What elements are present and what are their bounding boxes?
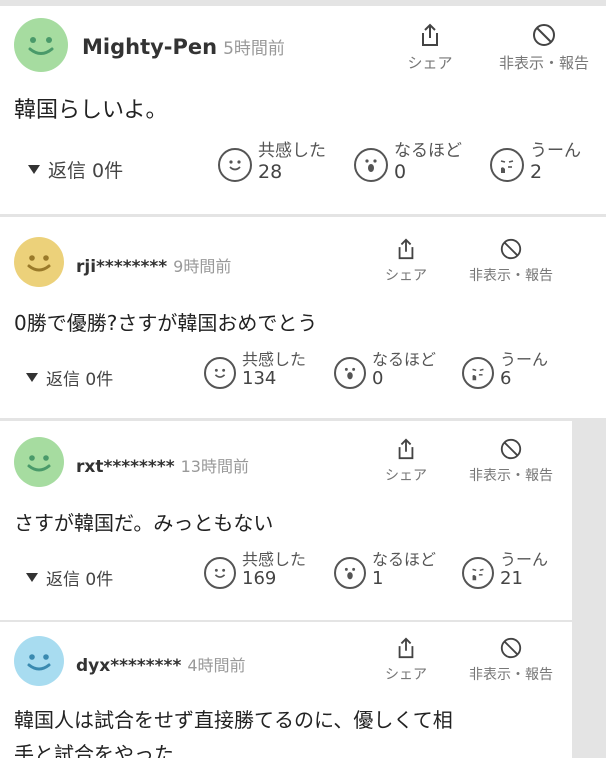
username[interactable]: rxt******** 13時間前 bbox=[76, 453, 249, 477]
replies-count: 返信 0件 bbox=[46, 570, 114, 590]
username-text: rji******** bbox=[76, 257, 168, 277]
replies-count: 返信 0件 bbox=[48, 160, 124, 182]
post-time: 9時間前 bbox=[173, 257, 232, 276]
share-icon bbox=[398, 637, 414, 659]
avatar[interactable] bbox=[14, 636, 64, 686]
reaction-label: 共感した bbox=[242, 350, 307, 369]
username-text: rxt******** bbox=[76, 457, 175, 477]
hide-report-label: 非表示・報告 bbox=[469, 468, 553, 484]
hide-report-button[interactable]: 非表示・報告 bbox=[456, 636, 566, 684]
reaction-insightful[interactable]: なるほど 0 bbox=[354, 141, 462, 183]
hide-report-label: 非表示・報告 bbox=[498, 54, 589, 72]
comment-list: Mighty-Pen 5時間前 シェア 非表示・報告 韓国らしいよ。 返信 0件 … bbox=[0, 0, 606, 758]
reaction-count: 134 bbox=[242, 368, 277, 390]
avatar[interactable] bbox=[14, 18, 68, 72]
share-button[interactable]: シェア bbox=[378, 437, 434, 485]
reaction-insightful[interactable]: なるほど 0 bbox=[334, 350, 437, 390]
share-label: シェア bbox=[385, 667, 427, 683]
comment-text-line2: 手と試合をやった bbox=[14, 742, 174, 758]
avatar[interactable] bbox=[14, 437, 64, 487]
username[interactable]: Mighty-Pen 5時間前 bbox=[82, 34, 285, 59]
post-time: 4時間前 bbox=[187, 656, 246, 675]
username[interactable]: rji******** 9時間前 bbox=[76, 253, 231, 277]
hide-report-button[interactable]: 非表示・報告 bbox=[484, 22, 604, 73]
reaction-count: 0 bbox=[372, 368, 384, 390]
thinking-face-icon bbox=[462, 557, 494, 589]
hide-report-label: 非表示・報告 bbox=[469, 268, 553, 284]
share-button[interactable]: シェア bbox=[378, 237, 434, 285]
block-icon bbox=[500, 637, 522, 659]
reaction-label: 共感した bbox=[242, 550, 307, 569]
reaction-label: なるほど bbox=[372, 350, 437, 369]
comment-text: さすが韓国だ。みっともない bbox=[14, 511, 274, 535]
replies-toggle[interactable]: 返信 0件 bbox=[26, 365, 113, 390]
surprised-face-icon bbox=[354, 148, 388, 182]
username-text: dyx******** bbox=[76, 656, 182, 676]
smiley-avatar-icon bbox=[28, 37, 54, 55]
comment-text: 韓国人は試合をせず直接勝てるのに、優しくて相 bbox=[14, 708, 453, 732]
reaction-hmm[interactable]: うーん 2 bbox=[490, 141, 581, 183]
comment-text: 韓国らしいよ。 bbox=[14, 98, 168, 123]
hide-report-button[interactable]: 非表示・報告 bbox=[456, 437, 566, 485]
share-label: シェア bbox=[385, 268, 427, 284]
caret-down-icon bbox=[28, 165, 40, 174]
reaction-hmm[interactable]: うーん 6 bbox=[462, 350, 549, 390]
share-button[interactable]: シェア bbox=[378, 636, 434, 684]
reaction-count: 28 bbox=[258, 160, 283, 183]
avatar[interactable] bbox=[14, 237, 64, 287]
hide-report-label: 非表示・報告 bbox=[469, 667, 553, 683]
reaction-empathy[interactable]: 共感した 134 bbox=[204, 350, 307, 390]
reaction-label: なるほど bbox=[394, 141, 462, 161]
comment-card: Mighty-Pen 5時間前 シェア 非表示・報告 韓国らしいよ。 返信 0件 … bbox=[0, 6, 606, 214]
thinking-face-icon bbox=[462, 357, 494, 389]
replies-toggle[interactable]: 返信 0件 bbox=[28, 156, 123, 183]
reaction-count: 21 bbox=[500, 568, 523, 590]
caret-down-icon bbox=[26, 373, 38, 382]
reaction-count: 2 bbox=[530, 160, 543, 183]
username-text: Mighty-Pen bbox=[82, 35, 218, 59]
reaction-count: 1 bbox=[372, 568, 384, 590]
reaction-count: 0 bbox=[394, 160, 407, 183]
smiley-avatar-icon bbox=[27, 455, 51, 472]
share-icon bbox=[422, 23, 438, 46]
replies-toggle[interactable]: 返信 0件 bbox=[26, 565, 113, 590]
username[interactable]: dyx******** 4時間前 bbox=[76, 652, 246, 676]
replies-count: 返信 0件 bbox=[46, 370, 114, 390]
smiley-avatar-icon bbox=[27, 255, 51, 272]
reaction-empathy[interactable]: 共感した 169 bbox=[204, 550, 307, 590]
comment-card: rji******** 9時間前 シェア 非表示・報告 0勝で優勝?さすが韓国おめ… bbox=[0, 217, 606, 418]
share-button[interactable]: シェア bbox=[400, 22, 460, 73]
reaction-count: 6 bbox=[500, 368, 512, 390]
reaction-label: うーん bbox=[500, 550, 549, 569]
surprised-face-icon bbox=[334, 557, 366, 589]
share-icon bbox=[398, 438, 414, 460]
block-icon bbox=[533, 24, 555, 46]
post-time: 5時間前 bbox=[223, 39, 285, 59]
share-label: シェア bbox=[407, 54, 453, 72]
block-icon bbox=[500, 438, 522, 460]
smile-face-icon bbox=[218, 148, 252, 182]
reaction-count: 169 bbox=[242, 568, 277, 590]
reaction-insightful[interactable]: なるほど 1 bbox=[334, 550, 437, 590]
reaction-empathy[interactable]: 共感した 28 bbox=[218, 141, 326, 183]
reaction-label: うーん bbox=[530, 141, 581, 161]
smile-face-icon bbox=[204, 557, 236, 589]
surprised-face-icon bbox=[334, 357, 366, 389]
comment-text: 0勝で優勝?さすが韓国おめでとう bbox=[14, 311, 318, 335]
reaction-label: なるほど bbox=[372, 550, 437, 569]
share-icon bbox=[398, 238, 414, 260]
reaction-label: うーん bbox=[500, 350, 549, 369]
share-label: シェア bbox=[385, 468, 427, 484]
reaction-hmm[interactable]: うーん 21 bbox=[462, 550, 549, 590]
comment-card: dyx******** 4時間前 シェア 非表示・報告 韓国人は試合をせず直接勝て… bbox=[0, 622, 572, 758]
hide-report-button[interactable]: 非表示・報告 bbox=[456, 237, 566, 285]
smiley-avatar-icon bbox=[27, 654, 51, 671]
caret-down-icon bbox=[26, 573, 38, 582]
comment-card: rxt******** 13時間前 シェア 非表示・報告 さすが韓国だ。みっともな… bbox=[0, 421, 572, 620]
thinking-face-icon bbox=[490, 148, 524, 182]
smile-face-icon bbox=[204, 357, 236, 389]
block-icon bbox=[500, 238, 522, 260]
reaction-label: 共感した bbox=[258, 141, 326, 161]
post-time: 13時間前 bbox=[180, 457, 249, 476]
